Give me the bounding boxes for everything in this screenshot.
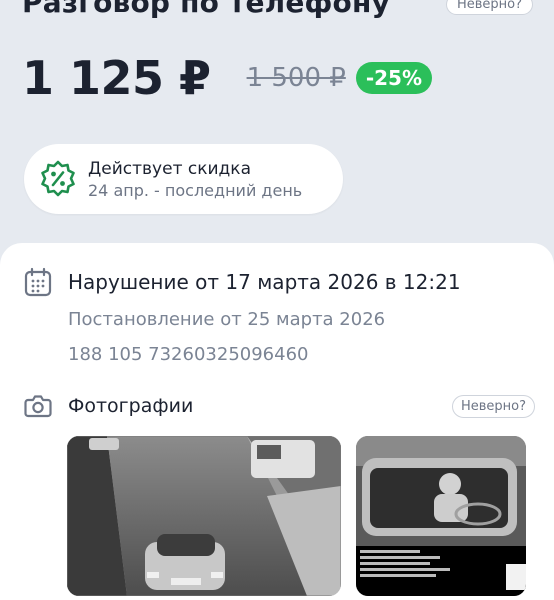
violation-row: Нарушение от 17 марта 2026 в 12:21	[24, 267, 461, 297]
old-price: 1 500 ₽	[246, 63, 346, 93]
calendar-icon	[24, 267, 52, 297]
discount-badge: -25%	[355, 62, 432, 94]
price-row: 1 125 ₽ 1 500 ₽ -25%	[22, 51, 432, 105]
promo-title: Действует скидка	[88, 158, 251, 179]
violation-photo-1[interactable]	[67, 436, 341, 596]
resolution-number: 188 105 73260325096460	[68, 344, 309, 365]
photos-row: Фотографии	[24, 394, 193, 418]
photos-wrong-button[interactable]: Неверно?	[452, 395, 536, 418]
camera-icon	[24, 394, 52, 418]
violation-photo-2[interactable]	[356, 436, 526, 596]
resolution-text: Постановление от 25 марта 2026	[68, 309, 386, 330]
promo-deadline: 24 апр. - последний день	[88, 180, 303, 200]
photos-label: Фотографии	[68, 395, 194, 417]
current-price: 1 125 ₽	[22, 51, 211, 105]
discount-card[interactable]: Действует скидка 24 апр. - последний ден…	[24, 144, 343, 214]
details-sheet: Нарушение от 17 марта 2026 в 12:21 Поста…	[0, 243, 554, 600]
violation-title: Нарушение от 17 марта 2026 в 12:21	[68, 270, 461, 294]
wrong-top-button[interactable]: Неверно?	[446, 0, 534, 15]
discount-percent-icon	[38, 159, 78, 199]
page-title: Разговор по телефону	[22, 0, 390, 19]
